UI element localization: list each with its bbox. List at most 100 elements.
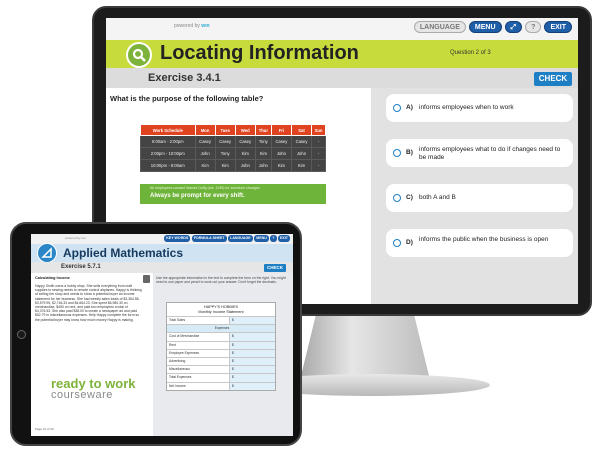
help-button[interactable]: ? <box>270 235 277 242</box>
form-label: Net Income <box>169 383 186 388</box>
form-label: Miscellaneous <box>169 367 190 372</box>
form-input[interactable]: $ <box>229 357 275 366</box>
table-header: Work Schedule <box>140 124 196 136</box>
table-header: Thur <box>254 124 272 136</box>
form-input[interactable]: $ <box>229 317 275 325</box>
magnifier-logo-icon <box>126 42 152 68</box>
table-cell: Kim <box>270 159 292 172</box>
courseware-logo-text: courseware <box>51 389 113 401</box>
answer-letter: C) <box>406 194 413 201</box>
table-cell: Kim <box>234 147 256 160</box>
form-label: Advertising <box>169 358 186 363</box>
form-section-header: Expenses <box>167 324 275 333</box>
exit-button[interactable]: EXIT <box>278 235 290 242</box>
tablet-device: powered by wın KEY WORDS FORMULA SHEET L… <box>10 222 302 446</box>
form-row: Miscellaneous $ <box>167 365 275 374</box>
form-label: Rent <box>169 342 176 347</box>
schedule-note-bold: Always be prompt for every shift. <box>150 193 245 199</box>
form-input[interactable]: $ <box>229 366 275 374</box>
formula-sheet-button[interactable]: FORMULA SHEET <box>191 235 227 242</box>
radio-button[interactable] <box>393 104 401 112</box>
ruler-logo-icon <box>37 243 57 263</box>
tablet-toolbar: KEY WORDS FORMULA SHEET LANGUAGE MENU ? … <box>164 235 290 242</box>
table-cell: Kim <box>290 159 313 172</box>
work-schedule-table: Work Schedule Mon Tues Wed Thur Fri Sat … <box>140 124 326 172</box>
table-cell: 6:00am - 2:00pm <box>140 135 196 148</box>
table-cell: Tony <box>214 147 236 160</box>
table-cell: 10:00pm - 6:00am <box>140 159 196 172</box>
question-counter: Question 2 of 3 <box>450 50 491 56</box>
answer-option-d[interactable]: D) informs the public when the business … <box>386 229 573 257</box>
radio-button[interactable] <box>393 239 401 247</box>
exercise-label: Exercise 5.7.1 <box>61 264 101 270</box>
tablet-home-button[interactable] <box>17 330 26 339</box>
answer-text: informs employees what to do if changes … <box>419 146 561 161</box>
product-showcase: powered by wın LANGUAGE MENU ⤢ ? EXIT Lo… <box>0 0 599 449</box>
exercise-label: Exercise 3.4.1 <box>148 72 221 84</box>
answer-option-b[interactable]: B) informs employees what to do if chang… <box>386 139 573 167</box>
form-input[interactable]: $ <box>229 349 275 357</box>
calculator-icon[interactable] <box>143 275 150 283</box>
language-button[interactable]: LANGUAGE <box>228 235 253 242</box>
answer-letter: B) <box>406 149 413 156</box>
form-title: HAPPY'S HOBBIES Monthly Income Statement <box>167 303 275 316</box>
form-row: Rent $ <box>167 340 275 349</box>
table-cell: - <box>311 135 326 148</box>
table-cell: 2:00pm - 10:00pm <box>140 147 196 160</box>
radio-button[interactable] <box>393 149 401 157</box>
key-words-button[interactable]: KEY WORDS <box>164 235 191 242</box>
table-header: Wed <box>234 124 256 136</box>
form-row: Employee Expenses $ <box>167 348 275 357</box>
table-header: Sat <box>290 124 313 136</box>
radio-button[interactable] <box>393 194 401 202</box>
tablet-screen: powered by wın KEY WORDS FORMULA SHEET L… <box>31 234 293 436</box>
form-label: Total Expenses <box>169 375 192 380</box>
answer-option-c[interactable]: C) both A and B <box>386 184 573 212</box>
income-statement-form: HAPPY'S HOBBIES Monthly Income Statement… <box>166 302 276 391</box>
win-logo: wın <box>201 23 210 29</box>
table-cell: John <box>290 147 313 160</box>
answer-letter: A) <box>406 104 413 111</box>
module-title: Locating Information <box>160 42 359 64</box>
form-row: Total Sales $ <box>167 316 275 325</box>
form-input[interactable]: $ <box>229 333 275 341</box>
powered-by-label: powered by wın <box>174 23 210 29</box>
check-button[interactable]: CHECK <box>534 72 572 86</box>
page-indicator: Page 31 of 50 <box>35 427 54 431</box>
table-cell: Kim <box>254 147 272 160</box>
exit-button[interactable]: EXIT <box>544 21 572 33</box>
table-cell: John <box>194 147 216 160</box>
module-title: Applied Mathematics <box>63 246 184 260</box>
table-cell: - <box>311 147 326 160</box>
table-cell: Casey <box>270 135 292 148</box>
form-label: Expenses <box>214 326 230 331</box>
table-header: Fri <box>270 124 292 136</box>
table-cell: Kim <box>194 159 216 172</box>
schedule-note: All employees contact Wanda Duffy (ext. … <box>150 186 261 190</box>
form-subtitle-line: Monthly Income Statement <box>198 309 244 314</box>
answer-option-a[interactable]: A) informs employees when to work <box>386 94 573 122</box>
table-cell: John <box>270 147 292 160</box>
form-label: Cost of Merchandise <box>169 334 200 339</box>
table-cell: Casey <box>234 135 256 148</box>
language-button[interactable]: LANGUAGE <box>413 21 466 33</box>
instructions-text: Use the appropriate information in the t… <box>156 276 286 285</box>
table-cell: Casey <box>290 135 313 148</box>
table-cell: Casey <box>194 135 216 148</box>
answer-text: both A and B <box>419 194 456 201</box>
form-row: Net Income $ <box>167 381 275 390</box>
menu-button[interactable]: MENU <box>254 235 269 242</box>
form-input[interactable]: $ <box>229 382 275 390</box>
check-button[interactable]: CHECK <box>264 264 286 272</box>
desktop-toolbar: LANGUAGE MENU ⤢ ? EXIT <box>413 21 572 33</box>
context-heading: Calculating Income <box>35 276 70 280</box>
table-row: 10:00pm - 6:00am Kim Kim John John Kim K… <box>140 159 326 172</box>
table-header: Tues <box>214 124 236 136</box>
menu-button[interactable]: MENU <box>468 21 502 33</box>
expand-icon[interactable]: ⤢ <box>504 21 523 33</box>
form-input[interactable]: $ <box>229 341 275 349</box>
table-cell: - <box>311 159 326 172</box>
table-cell: Tony <box>254 135 272 148</box>
form-input[interactable]: $ <box>229 374 275 382</box>
help-button[interactable]: ? <box>525 21 542 33</box>
